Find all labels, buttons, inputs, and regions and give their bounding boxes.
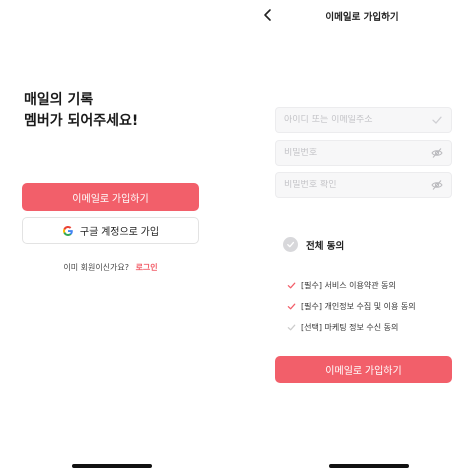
submit-signup-button[interactable]: 이메일로 가입하기 [275,356,452,383]
password-confirm-input[interactable] [284,180,431,190]
google-icon [62,225,73,236]
login-link[interactable]: 로그인 [136,263,158,272]
headline-line-2: 멤버가 되어주세요! [24,113,139,129]
check-icon [287,324,296,331]
agree-all-label: 전체 동의 [306,240,345,252]
signup-landing-screen: 매일의 기록 멤버가 되어주세요! 이메일로 가입하기 구글 계정으로 가입 이… [0,0,237,474]
headline-line-1: 매일의 기록 [24,92,94,108]
password-confirm-field[interactable] [275,172,452,198]
google-signup-button[interactable]: 구글 계정으로 가입 [22,217,199,244]
chevron-left-icon[interactable] [261,8,275,22]
term-item-privacy[interactable]: [필수] 개인정보 수집 및 이용 동의 [287,296,416,317]
term-label: [필수] 개인정보 수집 및 이용 동의 [301,302,416,311]
term-item-service[interactable]: [필수] 서비스 이용약관 동의 [287,275,416,296]
terms-list: [필수] 서비스 이용약관 동의 [필수] 개인정보 수집 및 이용 동의 [선… [287,275,416,338]
term-label: [필수] 서비스 이용약관 동의 [301,281,396,290]
check-icon [287,282,296,289]
top-bar: 이메일로 가입하기 [237,0,474,30]
headline: 매일의 기록 멤버가 되어주세요! [24,90,138,132]
id-email-input[interactable] [284,115,431,125]
email-signup-button[interactable]: 이메일로 가입하기 [22,183,199,211]
home-indicator [329,464,409,468]
term-label: [선택] 마케팅 정보 수신 동의 [301,323,399,332]
submit-signup-label: 이메일로 가입하기 [325,366,402,377]
password-field[interactable] [275,140,452,166]
existing-member-text: 이미 회원이신가요? [63,263,130,272]
email-signup-screen: 이메일로 가입하기 전체 동의 [237,0,474,474]
email-signup-label: 이메일로 가입하기 [72,193,149,205]
check-icon [287,303,296,310]
id-email-field[interactable] [275,107,452,133]
eye-off-icon[interactable] [431,147,443,159]
check-icon [432,116,442,124]
google-signup-label: 구글 계정으로 가입 [79,227,160,238]
page-title: 이메일로 가입하기 [325,12,399,23]
password-input[interactable] [284,148,431,158]
term-item-marketing[interactable]: [선택] 마케팅 정보 수신 동의 [287,317,416,338]
login-prompt: 이미 회원이신가요? 로그인 [0,262,221,273]
eye-off-icon[interactable] [431,179,443,191]
circle-check-icon [283,237,298,252]
agree-all-checkbox[interactable]: 전체 동의 [283,237,344,252]
home-indicator [72,464,152,468]
